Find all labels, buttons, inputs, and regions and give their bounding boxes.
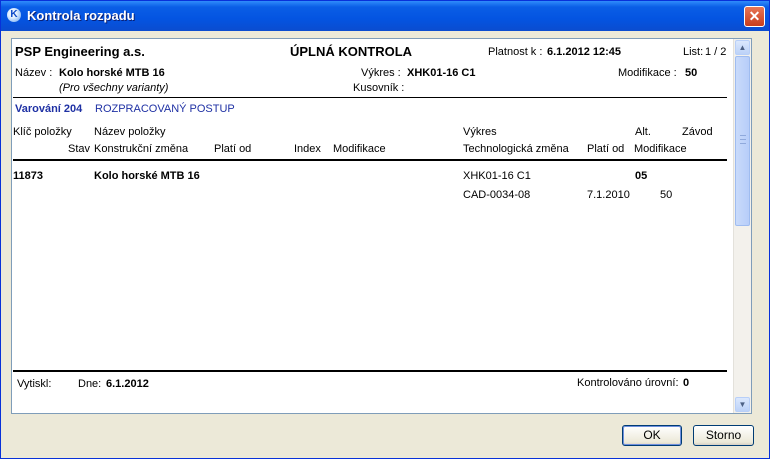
validity-value: 6.1.2012 12:45 [547, 46, 622, 58]
drawing-label: Výkres : [361, 67, 401, 79]
scroll-down-button[interactable]: ▼ [735, 397, 750, 412]
col-item-name: Název položky [94, 126, 166, 138]
chevron-up-icon: ▲ [738, 43, 747, 52]
company-name: PSP Engineering a.s. [15, 44, 145, 59]
chevron-down-icon: ▼ [738, 400, 747, 409]
col-item-key: Klíč položky [13, 126, 72, 138]
drawing-value: XHK01-16 C1 [407, 67, 476, 79]
date-value: 6.1.2012 [106, 378, 149, 390]
row-modification: 50 [660, 189, 673, 201]
variants-note: (Pro všechny varianty) [59, 82, 169, 94]
col-technology-change: Technologická změna [463, 143, 569, 155]
row-item-key: 11873 [13, 170, 43, 182]
col-drawing: Výkres [463, 126, 497, 138]
checked-value: 0 [683, 377, 690, 389]
close-button[interactable]: ✕ [744, 6, 765, 27]
app-icon: K [7, 8, 21, 22]
col-alt: Alt. [635, 126, 651, 138]
warning-code: Varování 204 [15, 103, 83, 115]
checked-label: Kontrolováno úrovní: [577, 377, 679, 389]
row-item-name: Kolo horské MTB 16 [94, 170, 200, 182]
sheet-label: List: [683, 46, 704, 58]
report-heading: ÚPLNÁ KONTROLA [290, 44, 413, 59]
col-modification-2: Modifikace [634, 143, 687, 155]
vertical-scrollbar[interactable]: ▲ ▼ [733, 39, 751, 413]
warning-text: ROZPRACOVANÝ POSTUP [95, 103, 235, 115]
name-label: Název : [15, 67, 53, 79]
scroll-thumb[interactable] [735, 56, 750, 226]
col-status: Stav [68, 143, 91, 155]
modification-label: Modifikace : [618, 67, 677, 79]
header-divider [13, 97, 727, 98]
report-viewer[interactable]: PSP Engineering a.s. ÚPLNÁ KONTROLA Plat… [11, 38, 752, 414]
name-value: Kolo horské MTB 16 [59, 67, 165, 79]
row-valid-from: 7.1.2010 [587, 189, 630, 201]
cancel-button[interactable]: Storno [693, 425, 754, 446]
dialog-window: K Kontrola rozpadu ✕ PSP Engineering a.s… [0, 0, 770, 459]
col-valid-from: Platí od [214, 143, 252, 155]
col-index: Index [294, 143, 321, 155]
window-title: Kontrola rozpadu [27, 8, 135, 23]
col-plant: Závod [682, 126, 713, 138]
col-modification: Modifikace [333, 143, 386, 155]
columns-divider [13, 159, 727, 161]
grip-icon [740, 135, 746, 144]
report-page: PSP Engineering a.s. ÚPLNÁ KONTROLA Plat… [12, 39, 734, 413]
ok-button[interactable]: OK [622, 425, 682, 446]
col-valid-from-2: Platí od [587, 143, 625, 155]
close-icon: ✕ [748, 8, 761, 24]
printed-label: Vytiskl: [17, 378, 52, 390]
sheet-value: 1 / 2 [705, 46, 727, 58]
scroll-up-button[interactable]: ▲ [735, 40, 750, 55]
modification-value: 50 [685, 67, 698, 79]
col-construction-change: Konstrukční změna [94, 143, 189, 155]
title-bar[interactable]: K Kontrola rozpadu ✕ [1, 1, 769, 31]
row-drawing: XHK01-16 C1 [463, 170, 531, 182]
footer-divider [13, 370, 727, 372]
row-alt: 05 [635, 170, 648, 182]
bom-label: Kusovník : [353, 82, 405, 94]
validity-label: Platnost k : [488, 46, 543, 58]
date-label: Dne: [78, 378, 102, 390]
row-technology-change: CAD-0034-08 [463, 189, 531, 201]
